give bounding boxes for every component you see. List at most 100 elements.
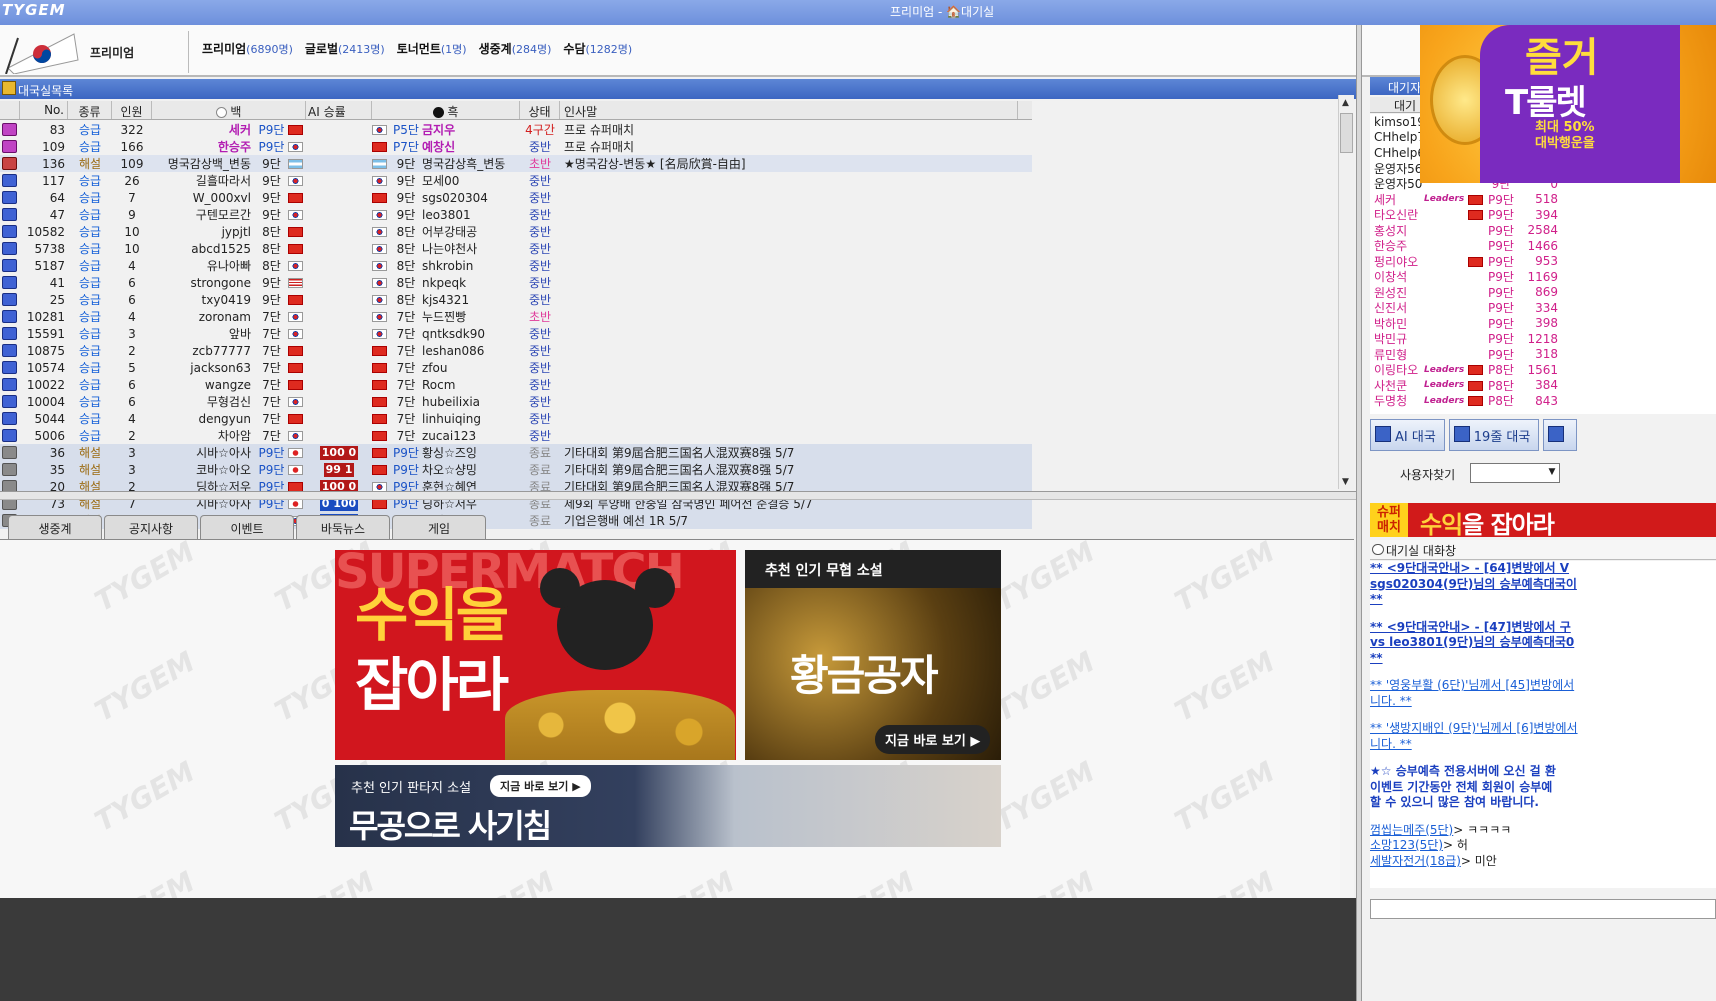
user-name[interactable]: 세커 (1370, 191, 1424, 208)
white-player[interactable]: 시바☆아사 (152, 444, 255, 461)
user-name[interactable]: 두명청 (1370, 392, 1424, 409)
col-status[interactable]: 상태 (520, 101, 560, 119)
chevron-down-icon[interactable]: ▼ (1545, 464, 1559, 482)
list-item[interactable]: 이창석 P9단 1169 (1370, 269, 1716, 285)
black-player[interactable]: nkpeqk (422, 276, 520, 290)
list-item[interactable]: 사천쿤 Leaders P8단 384 (1370, 378, 1716, 394)
server-4[interactable]: 수담(1282명) (563, 40, 632, 57)
white-player[interactable]: 세커 (152, 121, 255, 138)
white-player[interactable]: abcd1525 (152, 242, 255, 256)
right-button-1[interactable]: 19줄 대국 (1448, 419, 1540, 451)
user-name[interactable]: 류민형 (1370, 346, 1424, 363)
right-button-2[interactable] (1543, 419, 1578, 451)
table-row[interactable]: 10875 승급 2 zcb77777 7단 7단 leshan086 중반 (0, 342, 1032, 359)
black-player[interactable]: 어부강태공 (422, 223, 520, 240)
white-player[interactable]: 코바☆아오 (152, 461, 255, 478)
white-player[interactable]: 앞바 (152, 325, 255, 342)
table-row[interactable]: 36 해설 3 시바☆아사 P9단 100 0 P9단 황싱☆즈잉 종료 기타대회 第9屆合肥三国… (0, 444, 1032, 461)
user-name[interactable]: 사천쿤 (1370, 377, 1424, 394)
black-player[interactable]: sgs020304 (422, 191, 520, 205)
table-row[interactable]: 83 승급 322 세커 P9단 P5단 금지우 4구간 프로 슈퍼매치 (0, 121, 1032, 138)
white-player[interactable]: 유나아빠 (152, 257, 255, 274)
table-row[interactable]: 5187 승급 4 유나아빠 8단 8단 shkrobin 중반 (0, 257, 1032, 274)
black-player[interactable]: 모세00 (422, 172, 520, 189)
white-player[interactable]: jackson63 (152, 361, 255, 375)
list-item[interactable]: 신진서 P9단 334 (1370, 300, 1716, 316)
user-name[interactable]: 원성진 (1370, 284, 1424, 301)
white-player[interactable]: 구텐모르간 (152, 206, 255, 223)
white-player[interactable]: 한승주 (152, 138, 255, 155)
table-row[interactable]: 117 승급 26 길흘따라서 9단 9단 모세00 중반 (0, 172, 1032, 189)
chat-input[interactable] (1370, 899, 1716, 919)
col-no[interactable]: No. (20, 101, 68, 119)
server-2[interactable]: 토너먼트(1명) (397, 40, 467, 57)
white-player[interactable]: 길흘따라서 (152, 172, 255, 189)
table-row[interactable]: 25 승급 6 txy0419 9단 8단 kjs4321 중반 (0, 291, 1032, 308)
list-item[interactable]: 한승주 P9단 1466 (1370, 238, 1716, 254)
table-row[interactable]: 109 승급 166 한승주 P9단 P7단 예창신 중반 프로 슈퍼매치 (0, 138, 1032, 155)
table-row[interactable]: 10574 승급 5 jackson63 7단 7단 zfou 중반 (0, 359, 1032, 376)
black-player[interactable]: shkrobin (422, 259, 520, 273)
user-name[interactable]: 박민규 (1370, 330, 1424, 347)
black-player[interactable]: leshan086 (422, 344, 520, 358)
table-row[interactable]: 5044 승급 4 dengyun 7단 7단 linhuiqing 중반 (0, 410, 1032, 427)
user-name[interactable]: 운영자50 (1370, 175, 1424, 192)
white-player[interactable]: zoronam (152, 310, 255, 324)
novel-banner-wuxia[interactable]: 추천 인기 무협 소설 황금공자 지금 바로 보기 ▶ (745, 550, 1001, 760)
pane-splitter[interactable] (0, 491, 1356, 500)
white-player[interactable]: 무형검신 (152, 393, 255, 410)
black-player[interactable]: 예창신 (422, 138, 520, 155)
white-player[interactable]: 명국감상백_변동 (152, 155, 255, 172)
table-row[interactable]: 64 승급 7 W_000xvl 9단 9단 sgs020304 중반 (0, 189, 1032, 206)
table-row[interactable]: 47 승급 9 구텐모르간 9단 9단 leo3801 중반 (0, 206, 1032, 223)
black-player[interactable]: leo3801 (422, 208, 520, 222)
novel-banner-fantasy[interactable]: 추천 인기 판타지 소설 지금 바로 보기 ▶ 무공으로 사기침 (335, 765, 1001, 847)
black-player[interactable]: 차오☆샹밍 (422, 461, 520, 478)
table-row[interactable]: 10582 승급 10 jypjtl 8단 8단 어부강태공 중반 (0, 223, 1032, 240)
roulette-ad[interactable]: 즐거 T룰렛 최대 50% 대박행운을 (1420, 25, 1716, 183)
table-row[interactable]: 15591 승급 3 앞바 7단 7단 qntksdk90 중반 (0, 325, 1032, 342)
user-name[interactable]: 박하민 (1370, 315, 1424, 332)
content-scrollbar[interactable] (1340, 540, 1354, 898)
banner2-view-button[interactable]: 지금 바로 보기 ▶ (875, 725, 991, 754)
user-name[interactable]: 신진서 (1370, 299, 1424, 316)
server-0[interactable]: 프리미엄(6890명) (202, 40, 293, 57)
col-white[interactable]: 백 (152, 101, 306, 119)
white-player[interactable]: zcb77777 (152, 344, 255, 358)
table-row[interactable]: 10004 승급 6 무형검신 7단 7단 hubeilixia 중반 (0, 393, 1032, 410)
black-player[interactable]: 금지우 (422, 121, 520, 138)
tab-1[interactable]: 공지사항 (104, 515, 198, 540)
user-name[interactable]: 이링타오 (1370, 361, 1424, 378)
black-player[interactable]: qntksdk90 (422, 327, 520, 341)
user-name[interactable]: 펑리야오 (1370, 253, 1424, 270)
black-player[interactable]: kjs4321 (422, 293, 520, 307)
col-ai-rate[interactable]: AI 승률 (306, 101, 372, 119)
table-row[interactable]: 10022 승급 6 wangze 7단 7단 Rocm 중반 (0, 376, 1032, 393)
user-name[interactable]: 홍성지 (1370, 222, 1424, 239)
user-name[interactable]: CHhelp6 (1370, 146, 1425, 160)
table-row[interactable]: 41 승급 6 strongone 9단 8단 nkpeqk 중반 (0, 274, 1032, 291)
black-player[interactable]: zucai123 (422, 429, 520, 443)
list-item[interactable]: 두명청 Leaders P8단 843 (1370, 393, 1716, 409)
black-player[interactable]: 황싱☆즈잉 (422, 444, 520, 461)
server-1[interactable]: 글로벌(2413명) (305, 40, 385, 57)
col-people[interactable]: 인원 (112, 101, 152, 119)
table-row[interactable]: 5006 승급 2 차아암 7단 7단 zucai123 중반 (0, 427, 1032, 444)
black-player[interactable]: Rocm (422, 378, 520, 392)
user-name[interactable]: 타오신란 (1370, 206, 1424, 223)
server-3[interactable]: 생중계(284명) (479, 40, 552, 57)
col-message[interactable]: 인사말 (560, 101, 1018, 119)
col-black[interactable]: 흑 (372, 101, 520, 119)
white-player[interactable]: wangze (152, 378, 255, 392)
tab-4[interactable]: 게임 (392, 515, 486, 540)
white-player[interactable]: txy0419 (152, 293, 255, 307)
right-button-0[interactable]: AI 대국 (1370, 419, 1445, 451)
scroll-down-icon[interactable]: ▼ (1342, 477, 1349, 487)
tab-3[interactable]: 바둑뉴스 (296, 515, 390, 540)
table-row[interactable]: 5738 승급 10 abcd1525 8단 8단 나는야천사 중반 (0, 240, 1032, 257)
black-player[interactable]: linhuiqing (422, 412, 520, 426)
user-name[interactable]: 이창석 (1370, 268, 1424, 285)
white-player[interactable]: 차아암 (152, 427, 255, 444)
tab-2[interactable]: 이벤트 (200, 515, 294, 540)
user-name[interactable]: 한승주 (1370, 237, 1424, 254)
